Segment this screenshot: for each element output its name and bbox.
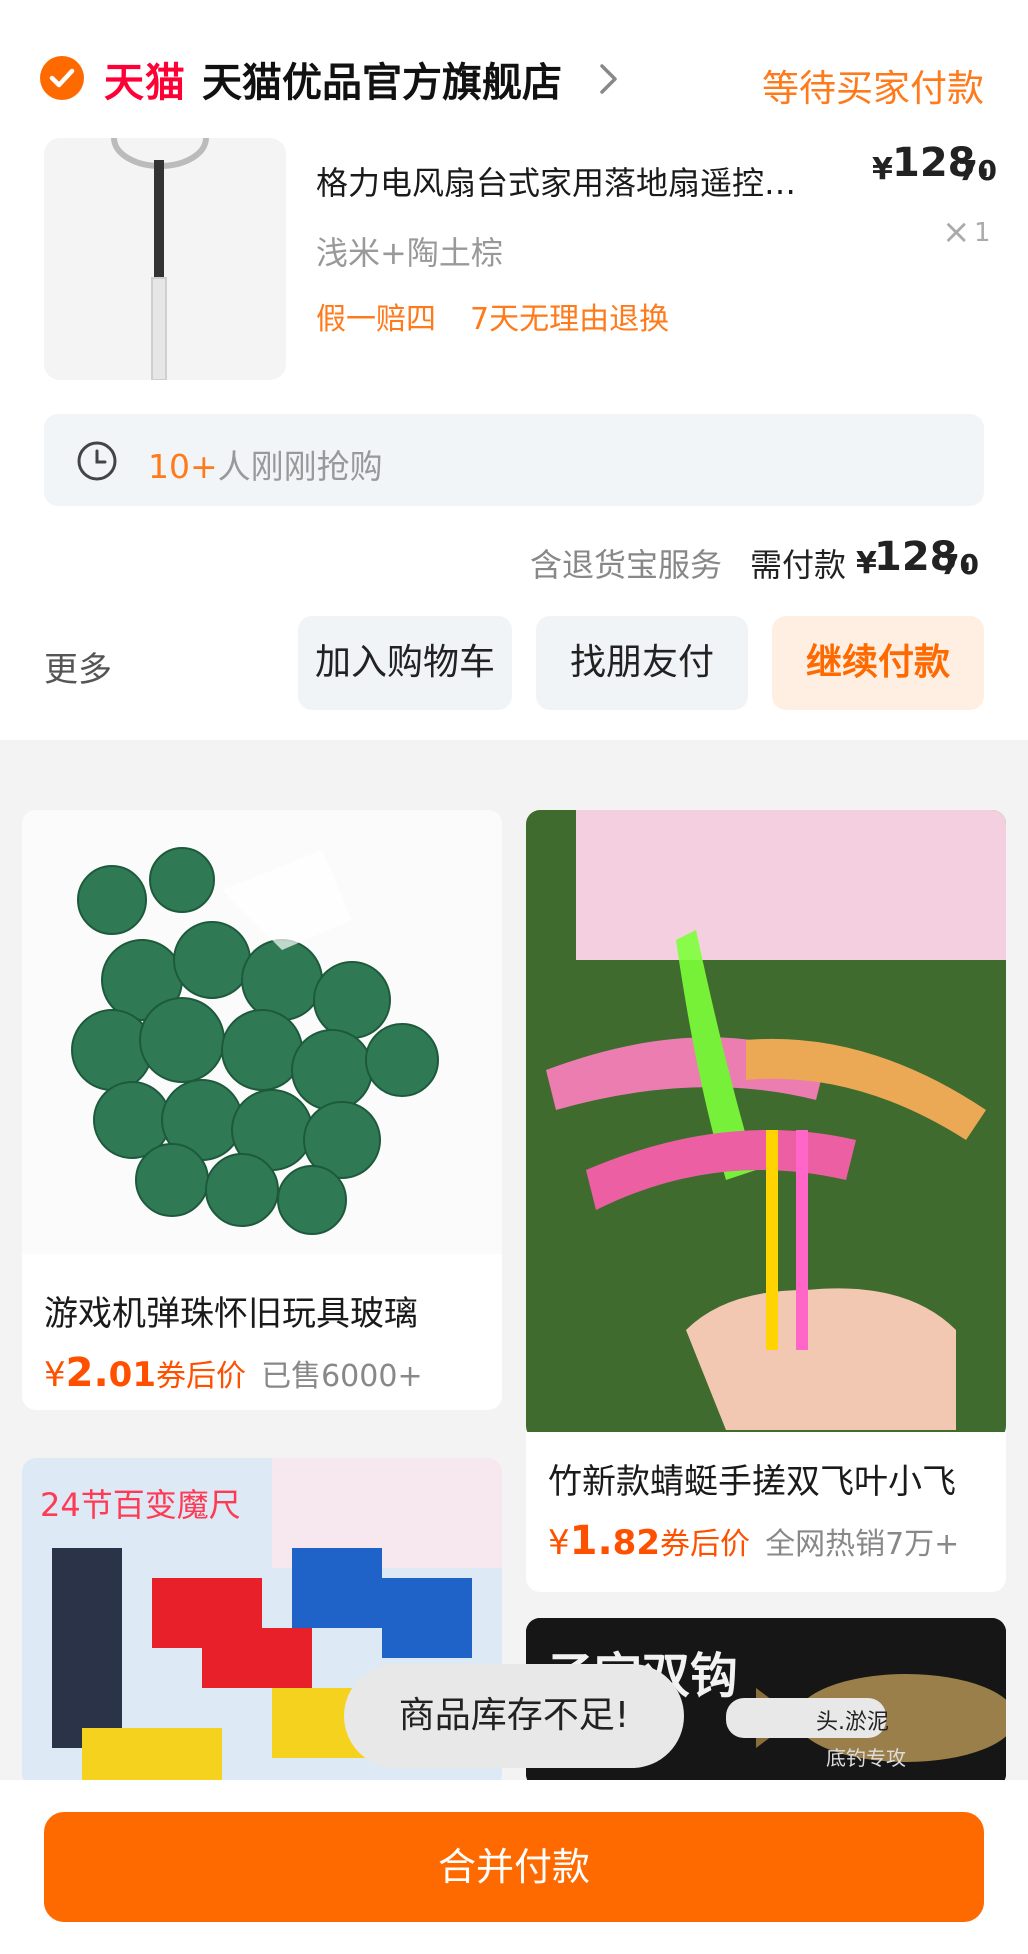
price-decimal: 70	[958, 154, 997, 187]
continue-pay-button[interactable]: 继续付款	[772, 616, 984, 710]
shop-name-link[interactable]: 天猫优品官方旗舰店	[202, 50, 562, 108]
product-card[interactable]: 游戏机弹珠怀旧玩具玻璃 ¥2.01券后价 已售6000+	[22, 810, 502, 1410]
banner-subtext: 底钓专攻	[826, 1746, 906, 1770]
selected-check-icon[interactable]	[40, 56, 84, 100]
price-symbol: ¥	[44, 1355, 66, 1395]
product-variant: 浅米+陶土棕	[316, 234, 503, 272]
price-symbol: ¥	[872, 152, 893, 187]
banner-subtext: 头.淤泥	[816, 1710, 889, 1735]
price-decimal: 01	[108, 1355, 156, 1395]
sold-count: 全网热销7万+	[765, 1527, 960, 1562]
add-to-cart-button[interactable]: 加入购物车	[298, 616, 512, 710]
product-thumbnail[interactable]	[44, 138, 286, 380]
price-symbol: ¥	[548, 1523, 570, 1563]
product-card[interactable]	[526, 810, 1006, 1440]
amount-due-label: 需付款	[750, 546, 847, 584]
more-button[interactable]: 更多	[44, 642, 112, 691]
amount-decimal: 70	[940, 548, 979, 581]
price-row: ¥2.01券后价 已售6000+	[44, 1350, 423, 1396]
price-integer: 1.	[569, 1518, 613, 1564]
product-title: 竹新款蜻蜓手搓双飞叶小飞	[548, 1462, 956, 1502]
product-title: 游戏机弹珠怀旧玩具玻璃	[44, 1294, 418, 1334]
glass-marbles-image-icon	[22, 810, 502, 1254]
service-tag: 假一赔四	[316, 302, 436, 337]
hint-text: 10+人刚刚抢购	[148, 440, 383, 488]
price-label: 券后价	[660, 1527, 750, 1562]
quantity-value: 1	[974, 218, 991, 248]
product-title[interactable]: 格力电风扇台式家用落地扇遥控…	[316, 158, 856, 204]
tmall-logo: 天猫	[104, 60, 186, 106]
friend-pay-button[interactable]: 找朋友付	[536, 616, 748, 710]
product-card-info[interactable]: 竹新款蜻蜓手搓双飞叶小飞 ¥1.82券后价 全网热销7万+	[526, 1432, 1006, 1592]
bamboo-dragonfly-image-icon	[526, 810, 1006, 1440]
hint-count: 10+	[148, 447, 218, 486]
return-service-note: 含退货宝服务	[530, 546, 723, 584]
price-row: ¥1.82券后价 全网热销7万+	[548, 1518, 959, 1564]
merge-pay-button[interactable]: 合并付款	[44, 1812, 984, 1922]
price-label: 券后价	[156, 1359, 246, 1394]
hint-label: 人刚刚抢购	[217, 447, 383, 486]
price-decimal: 82	[612, 1523, 660, 1563]
service-tag: 7天无理由退换	[470, 302, 670, 337]
quantity-times: ×	[942, 212, 971, 252]
order-status: 等待买家付款	[762, 67, 984, 110]
toast-message: 商品库存不足!	[344, 1664, 684, 1768]
banner-text: 24节百变魔尺	[40, 1486, 241, 1524]
sold-count: 已售6000+	[261, 1359, 423, 1394]
fan-image-icon	[111, 138, 209, 380]
clock-icon	[74, 438, 120, 488]
purchase-hint-bar: 10+人刚刚抢购	[44, 414, 984, 506]
price-integer: 2.	[65, 1350, 109, 1396]
order-card: 天猫 天猫优品官方旗舰店 等待买家付款 格力电风扇台式家用落地扇遥控… ¥ 12…	[0, 0, 1028, 740]
chevron-right-icon[interactable]	[598, 62, 620, 100]
